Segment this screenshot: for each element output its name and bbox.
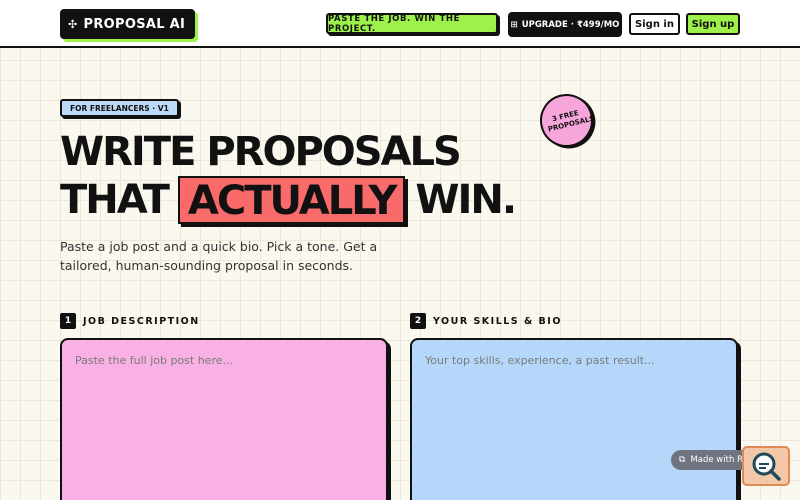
search-chat-icon xyxy=(752,452,781,481)
step-number-1: 1 xyxy=(60,313,76,329)
sticker-text: 3 FREE PROPOSALS xyxy=(547,108,596,134)
logo[interactable]: ✣ PROPOSAL AI xyxy=(60,9,196,39)
step-number-2: 2 xyxy=(410,313,426,329)
hero-subtitle: Paste a job post and a quick bio. Pick a… xyxy=(60,239,378,273)
top-navigation-bar: ✣ PROPOSAL AI PASTE THE JOB. WIN THE PRO… xyxy=(0,0,800,48)
job-description-title: JOB DESCRIPTION xyxy=(83,315,200,327)
upgrade-button[interactable]: ⊞ UPGRADE · ₹499/MO xyxy=(508,12,622,37)
grid-icon: ⊞ xyxy=(510,19,518,30)
headline-win: WIN. xyxy=(415,177,517,223)
upgrade-label: UPGRADE · ₹499/MO xyxy=(521,19,620,30)
headline-line-2: THAT ACTUALLY WIN. xyxy=(60,176,517,224)
freelancers-badge: FOR FREELANCERS · V1 xyxy=(60,99,179,117)
headline-highlight: ACTUALLY xyxy=(177,176,406,224)
headline-that: THAT xyxy=(60,177,170,223)
sign-up-button[interactable]: Sign up xyxy=(686,13,740,35)
free-proposals-sticker: 3 FREE PROPOSALS xyxy=(534,88,599,153)
sparkle-icon: ✣ xyxy=(68,17,78,31)
sign-in-button[interactable]: Sign in xyxy=(629,13,680,35)
headline-line-1: WRITE PROPOSALS xyxy=(60,129,462,175)
skills-bio-label: 2 YOUR SKILLS & BIO xyxy=(410,313,562,329)
replit-icon: ⧉ xyxy=(679,455,686,465)
tagline-chip: PASTE THE JOB. WIN THE PROJECT. xyxy=(326,13,498,34)
job-description-label: 1 JOB DESCRIPTION xyxy=(60,313,200,329)
logo-text: PROPOSAL AI xyxy=(83,16,186,32)
chat-widget-button[interactable] xyxy=(742,446,790,486)
skills-bio-input[interactable] xyxy=(410,338,738,500)
skills-bio-title: YOUR SKILLS & BIO xyxy=(433,315,562,327)
job-description-input[interactable] xyxy=(60,338,388,500)
